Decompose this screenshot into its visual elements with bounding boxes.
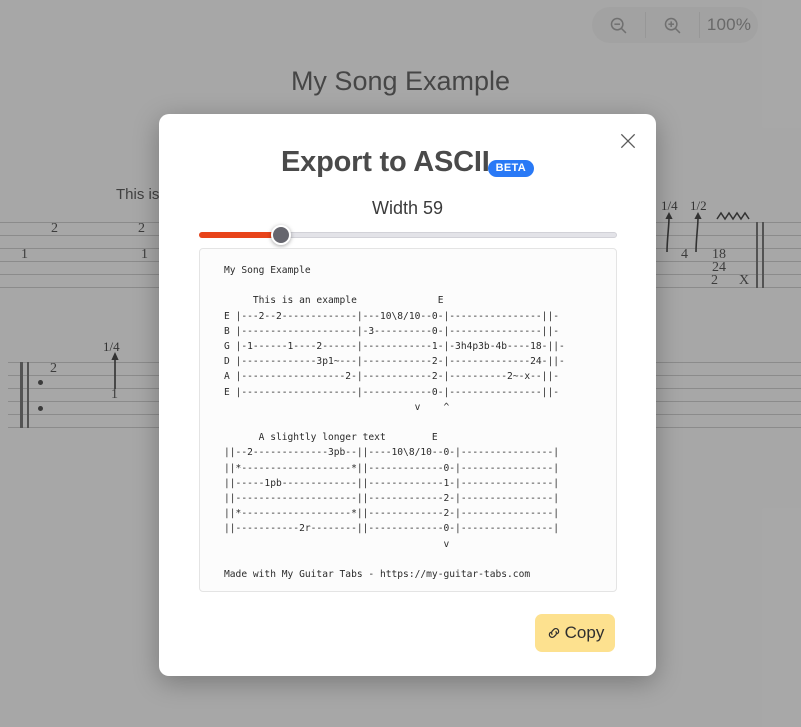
- width-label: Width 59: [371, 198, 444, 218]
- slider-thumb[interactable]: [270, 225, 291, 245]
- beta-badge: BETA: [487, 160, 534, 177]
- ascii-output-box[interactable]: My Song Example This is an example E E |…: [199, 248, 617, 592]
- modal-overlay[interactable]: Export to ASCII BETA Width 59 My Song Exa…: [0, 0, 801, 727]
- dialog-title: Export to ASCII: [281, 146, 490, 178]
- dialog-header: Export to ASCII BETA: [159, 146, 656, 179]
- slider-fill: [199, 232, 281, 238]
- ascii-tab-text: My Song Example This is an example E E |…: [224, 265, 565, 581]
- copy-button[interactable]: Copy: [535, 614, 615, 652]
- width-slider[interactable]: [199, 222, 617, 248]
- link-icon: [546, 625, 562, 641]
- export-ascii-dialog: Export to ASCII BETA Width 59 My Song Exa…: [159, 114, 656, 676]
- copy-button-label: Copy: [564, 623, 605, 642]
